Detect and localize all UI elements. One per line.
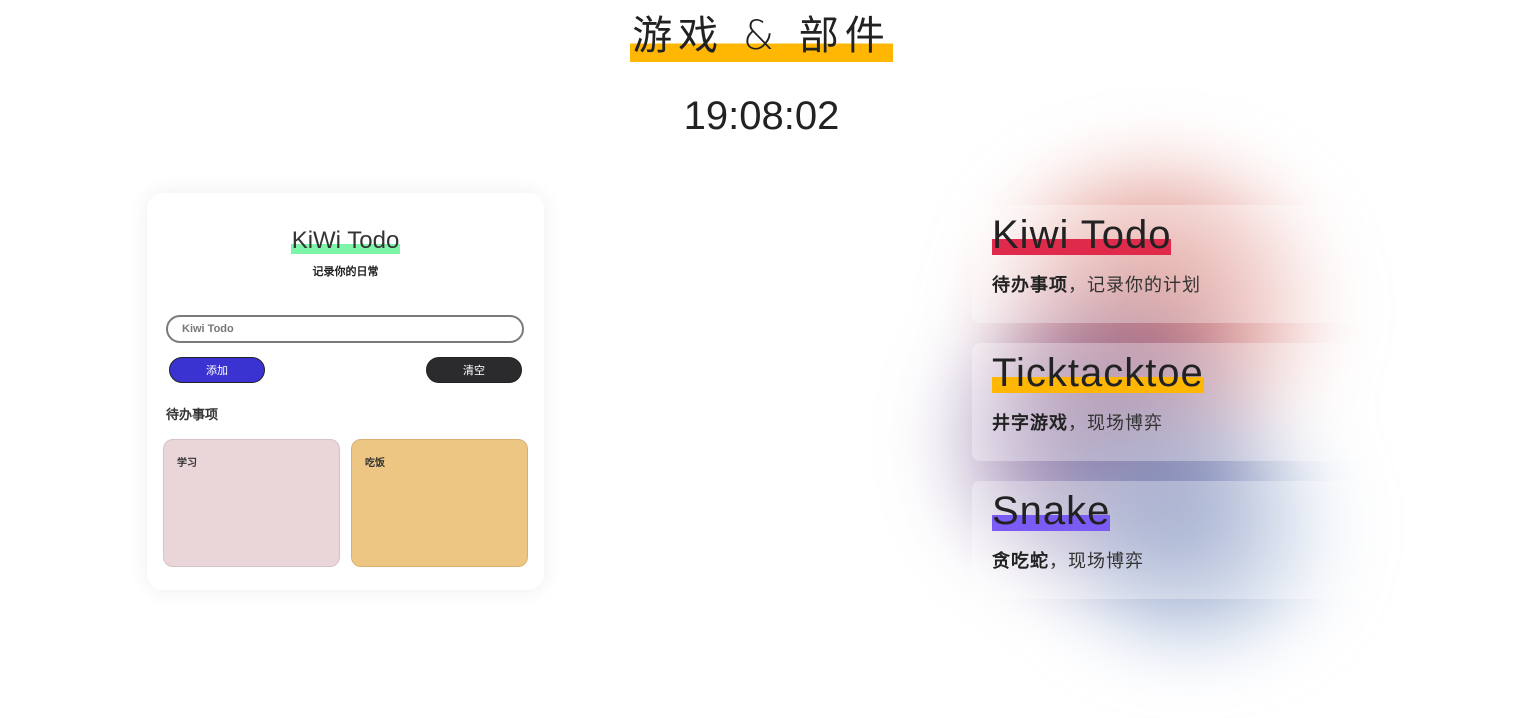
- feature-title: Snake: [992, 489, 1349, 533]
- page-title: 游戏 & 部件: [0, 10, 1523, 62]
- feature-description-bold: 待办事项: [992, 275, 1068, 296]
- feature-description-text: ，现场博弈: [1049, 551, 1144, 572]
- todo-widget: KiWi Todo 记录你的日常 添加 清空 待办事项 学习 吃饭: [147, 193, 544, 590]
- todo-note[interactable]: 学习: [163, 439, 340, 567]
- todo-title: KiWi Todo: [147, 227, 544, 255]
- feature-description: 贪吃蛇，现场博弈: [992, 547, 1349, 573]
- feature-description-text: ，记录你的计划: [1068, 275, 1201, 296]
- todo-note-text: 吃饭: [365, 458, 385, 469]
- page: 游戏 & 部件 19:08:02 KiWi Todo 记录你的日常 添加 清空 …: [0, 0, 1523, 718]
- todo-note-text: 学习: [177, 458, 197, 469]
- feature-card-kiwi-todo[interactable]: Kiwi Todo 待办事项，记录你的计划: [972, 205, 1369, 323]
- todo-note[interactable]: 吃饭: [351, 439, 528, 567]
- feature-title-text: Ticktacktoe: [992, 351, 1204, 395]
- page-title-text: 游戏 & 部件: [630, 10, 893, 62]
- feature-description-bold: 贪吃蛇: [992, 551, 1049, 572]
- todo-section-title: 待办事项: [166, 408, 219, 423]
- feature-description: 井字游戏，现场博弈: [992, 409, 1349, 435]
- feature-title: Ticktacktoe: [992, 351, 1349, 395]
- feature-title-text: Snake: [992, 489, 1111, 533]
- feature-description-text: ，现场博弈: [1068, 413, 1163, 434]
- feature-description-bold: 井字游戏: [992, 413, 1068, 434]
- feature-title-text: Kiwi Todo: [992, 213, 1172, 257]
- feature-card-snake[interactable]: Snake 贪吃蛇，现场博弈: [972, 481, 1369, 599]
- add-button[interactable]: 添加: [169, 357, 265, 383]
- clock: 19:08:02: [683, 94, 840, 138]
- todo-subtitle: 记录你的日常: [312, 265, 379, 278]
- todo-input[interactable]: [166, 315, 524, 343]
- clear-button[interactable]: 清空: [426, 357, 522, 383]
- feature-title: Kiwi Todo: [992, 213, 1349, 257]
- feature-description: 待办事项，记录你的计划: [992, 271, 1349, 297]
- todo-title-text: KiWi Todo: [290, 227, 401, 254]
- feature-card-ticktacktoe[interactable]: Ticktacktoe 井字游戏，现场博弈: [972, 343, 1369, 461]
